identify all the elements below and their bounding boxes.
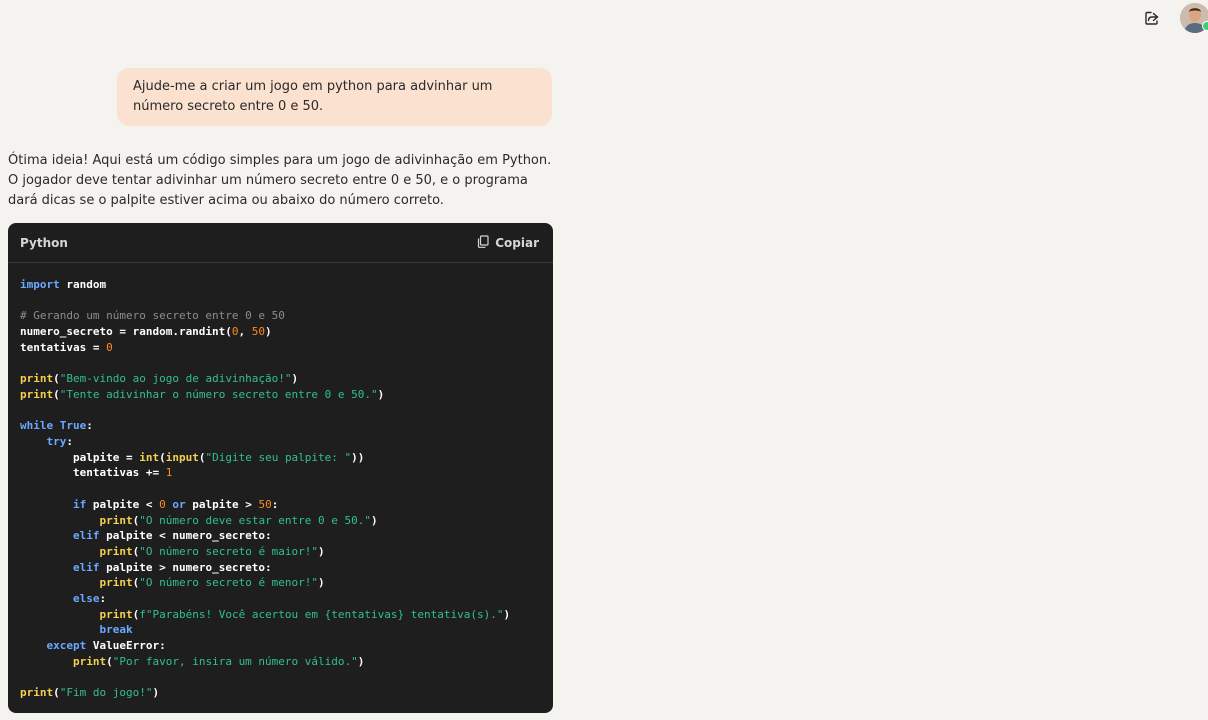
code-line: numero_secreto = random.randint(0, 50) <box>20 325 272 339</box>
code-line: print("O número secreto é menor!") <box>99 576 325 590</box>
code-line: while True: <box>20 419 93 433</box>
code-block-header: Python Copiar <box>8 223 553 263</box>
code-line: else: <box>72 592 107 606</box>
code-line: print(f"Parabéns! Você acertou em {tenta… <box>99 607 511 621</box>
code-line: print("Por favor, insira um número válid… <box>72 654 365 668</box>
copy-code-button[interactable]: Copiar <box>477 234 539 251</box>
code-line: import random <box>20 278 107 291</box>
code-line: print("O número secreto é maior!") <box>99 544 325 558</box>
code-line: palpite = int(input("Digite seu palpite:… <box>20 450 365 464</box>
share-icon[interactable] <box>1142 8 1162 28</box>
code-line: print("Bem-vindo ao jogo de adivinhação!… <box>20 372 299 386</box>
code-line: break <box>99 623 133 637</box>
assistant-message-text: Ótima ideia! Aqui está um código simples… <box>8 153 552 208</box>
chat-page: Ajude-me a criar um jogo em python para … <box>0 0 1208 720</box>
code-line: tentativas = 0 <box>20 340 113 354</box>
code-line: ​ <box>20 293 541 309</box>
code-line: ​ <box>20 670 541 686</box>
code-line: if palpite < 0 or palpite > 50: <box>72 497 279 511</box>
code-line: print("Tente adivinhar o número secreto … <box>20 387 385 401</box>
code-line: ​ <box>20 403 541 419</box>
code-line: ​ <box>20 356 541 372</box>
code-line: print("Fim do jogo!") <box>20 686 160 700</box>
code-line: # Gerando um número secreto entre 0 e 50 <box>20 309 285 323</box>
code-block: Python Copiar import random​# Gerando um… <box>8 223 553 713</box>
code-line: except ValueError: <box>46 639 166 653</box>
user-message-text: Ajude-me a criar um jogo em python para … <box>133 79 493 114</box>
copy-button-label: Copiar <box>495 235 539 250</box>
code-language-label: Python <box>20 235 68 250</box>
code-line: tentativas += 1 <box>20 466 173 480</box>
code-line: elif palpite < numero_secreto: <box>72 529 272 543</box>
code-line: elif palpite > numero_secreto: <box>72 560 272 574</box>
user-message-bubble: Ajude-me a criar um jogo em python para … <box>117 68 552 126</box>
code-line: print("O número deve estar entre 0 e 50.… <box>99 513 378 527</box>
code-content: import random​# Gerando um número secret… <box>8 263 553 713</box>
code-line: try: <box>46 435 74 449</box>
code-line: ​ <box>20 481 541 497</box>
online-status-dot <box>1202 21 1208 31</box>
copy-icon <box>477 234 489 251</box>
